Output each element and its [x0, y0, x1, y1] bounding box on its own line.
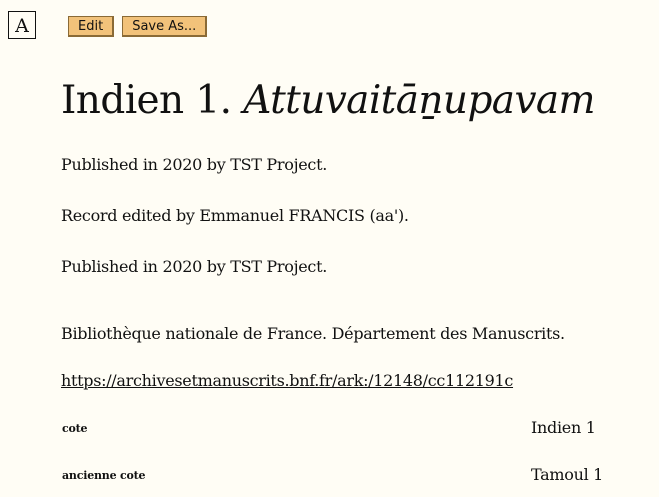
field-label-ancienne-cote: ancienne cote: [62, 469, 146, 482]
catalogue-link-line: https://archivesetmanuscrits.bnf.fr/ark:…: [61, 370, 513, 392]
field-value-cote: Indien 1: [531, 418, 596, 437]
catalogue-link[interactable]: https://archivesetmanuscrits.bnf.fr/ark:…: [61, 371, 513, 390]
repository: Bibliothèque nationale de France. Départ…: [61, 324, 565, 343]
page-title: Indien 1. Attuvaitāṉupavam: [61, 75, 596, 127]
title-prefix: Indien 1.: [61, 78, 232, 123]
field-value-ancienne-cote: Tamoul 1: [531, 465, 604, 484]
font-toggle-button[interactable]: A: [8, 11, 36, 39]
field-label-cote: cote: [62, 422, 88, 435]
title-italic: Attuvaitāṉupavam: [243, 78, 595, 123]
published-statement: Published in 2020 by TST Project.: [61, 155, 327, 174]
published-statement-2: Published in 2020 by TST Project.: [61, 257, 327, 276]
toolbar: Edit Save As...: [68, 16, 208, 37]
edited-by-statement: Record edited by Emmanuel FRANCIS (aa').: [61, 206, 409, 225]
edit-button[interactable]: Edit: [68, 16, 115, 37]
save-as-button[interactable]: Save As...: [122, 16, 208, 37]
record-page: A Edit Save As... Indien 1. Attuvaitāṉup…: [0, 0, 659, 497]
